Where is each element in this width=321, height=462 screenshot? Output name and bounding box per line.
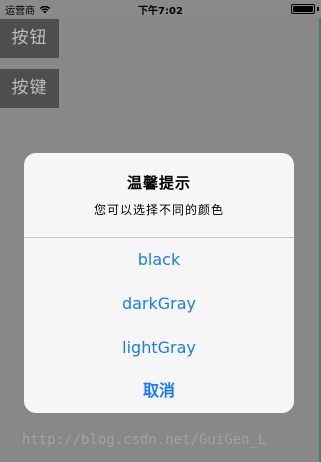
status-time: 下午7:02 (138, 6, 183, 17)
anjian-button[interactable]: 按键 (0, 69, 59, 108)
black-button[interactable]: black (24, 238, 294, 282)
cancel-button[interactable]: 取消 (24, 369, 294, 413)
darkgray-button[interactable]: darkGray (24, 282, 294, 326)
battery-icon (291, 4, 315, 14)
watermark: http://blog.csdn.net/GuiGen_L (22, 432, 267, 448)
status-bar: 运营商 下午7:02 (0, 0, 321, 18)
alert-message: 您可以选择不同的颜色 (93, 203, 224, 217)
lightgray-button[interactable]: lightGray (24, 326, 294, 370)
battery-fill (293, 6, 313, 12)
anniu-button[interactable]: 按钮 (0, 19, 59, 58)
alert-header: 温馨提示 您可以选择不同的颜色 (24, 153, 294, 237)
alert-title: 温馨提示 (126, 174, 191, 192)
alert-dialog: 温馨提示 您可以选择不同的颜色 black darkGray lightGray… (24, 153, 294, 413)
battery-tip (317, 7, 319, 11)
